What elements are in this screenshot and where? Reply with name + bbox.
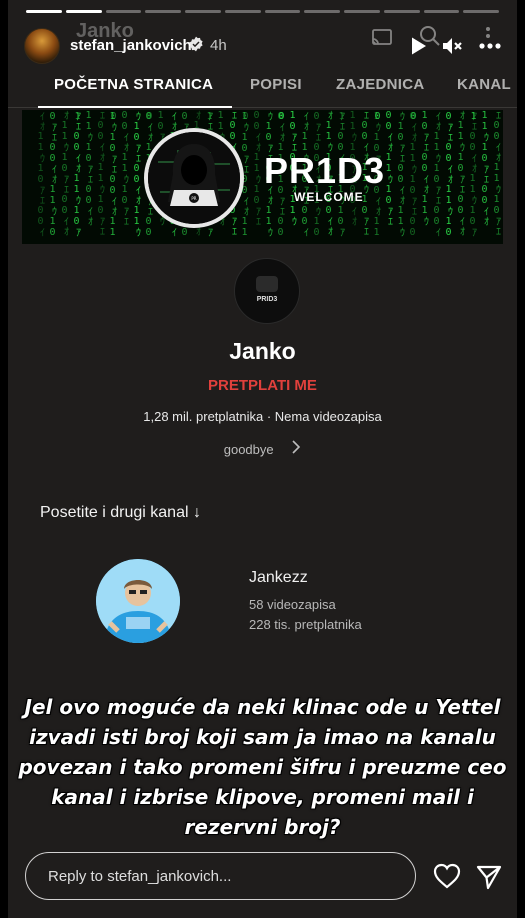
story-caption: Jel ovo moguće da neki klinac ode u Yett… xyxy=(18,695,507,839)
active-tab-indicator xyxy=(38,106,232,108)
progress-fill xyxy=(65,10,102,13)
tab-home[interactable]: POČETNA STRANICA xyxy=(54,76,213,93)
avatar[interactable] xyxy=(24,28,60,64)
tab-community[interactable]: ZAJEDNICA xyxy=(336,76,425,93)
channel-banner: 11ｳ10ｱｴ00ｲｵ11ｳｱｴ00ｲｵ11ｳ10ｱｴ0ｵ11ｳ10ｱｴ00ｲｵ… xyxy=(22,110,503,244)
progress-segment xyxy=(65,10,102,13)
username[interactable]: stefan_jankovich xyxy=(70,37,192,54)
matrix-code-column: 0ｲｵ11ｳ10ｱｴ00ｲｵ xyxy=(35,110,46,237)
featured-channel-avatar[interactable] xyxy=(96,559,180,643)
chevron-right-icon xyxy=(292,440,301,454)
tab-channel[interactable]: KANAL xyxy=(457,76,511,93)
featured-channel-videos: 58 videozapisa xyxy=(249,597,336,612)
mute-icon[interactable] xyxy=(440,34,464,58)
banner-title: PR1D3 xyxy=(264,150,386,191)
featured-channel-name[interactable]: Jankezz xyxy=(249,569,308,587)
progress-segment xyxy=(463,10,499,13)
channel-stats: 1,28 mil. pretplatnika · Nema videozapis… xyxy=(143,409,382,424)
section-title: Posetite i drugi kanal ↓ xyxy=(40,504,201,521)
channel-logo-icon xyxy=(256,276,278,292)
channel-avatar-text: PRID3 xyxy=(256,296,278,303)
progress-segment xyxy=(185,10,221,13)
verified-icon xyxy=(189,36,203,52)
person-photo xyxy=(96,559,180,643)
story-viewer: Janko stefan_jankovich 4h POČETNA STRANI… xyxy=(8,0,517,918)
channel-name: Janko xyxy=(229,338,296,364)
channel-description[interactable]: goodbye xyxy=(8,440,517,457)
progress-segment xyxy=(304,10,340,13)
hacker-logo: PR xyxy=(144,128,244,228)
channel-avatar[interactable]: PRID3 xyxy=(234,258,300,324)
more-icon[interactable] xyxy=(478,34,502,58)
subscribe-button[interactable]: PRETPLATI ME xyxy=(8,377,517,394)
reply-bar xyxy=(8,852,517,902)
progress-fill xyxy=(26,10,62,13)
progress-segment xyxy=(105,10,142,13)
progress-segment xyxy=(224,10,261,13)
story-progress xyxy=(26,10,499,13)
progress-segment xyxy=(26,10,62,13)
progress-segment xyxy=(145,10,181,13)
play-icon[interactable] xyxy=(406,34,430,58)
timestamp: 4h xyxy=(210,37,227,54)
hacker-icon: PR xyxy=(148,132,240,224)
progress-segment xyxy=(264,10,301,13)
progress-segment xyxy=(344,10,380,13)
svg-text:PR: PR xyxy=(191,196,196,201)
progress-segment xyxy=(383,10,420,13)
progress-segment xyxy=(423,10,460,13)
tab-playlists[interactable]: POPISI xyxy=(250,76,302,93)
featured-channel-subscribers: 228 tis. pretplatnika xyxy=(249,617,362,632)
send-icon[interactable] xyxy=(476,864,502,890)
heart-icon[interactable] xyxy=(433,863,461,889)
banner-subtitle: WELCOME xyxy=(294,190,364,204)
story-header: Janko stefan_jankovich 4h xyxy=(8,20,517,70)
cast-icon xyxy=(372,29,392,45)
description-text: goodbye xyxy=(223,442,274,457)
reply-input[interactable] xyxy=(25,852,416,900)
